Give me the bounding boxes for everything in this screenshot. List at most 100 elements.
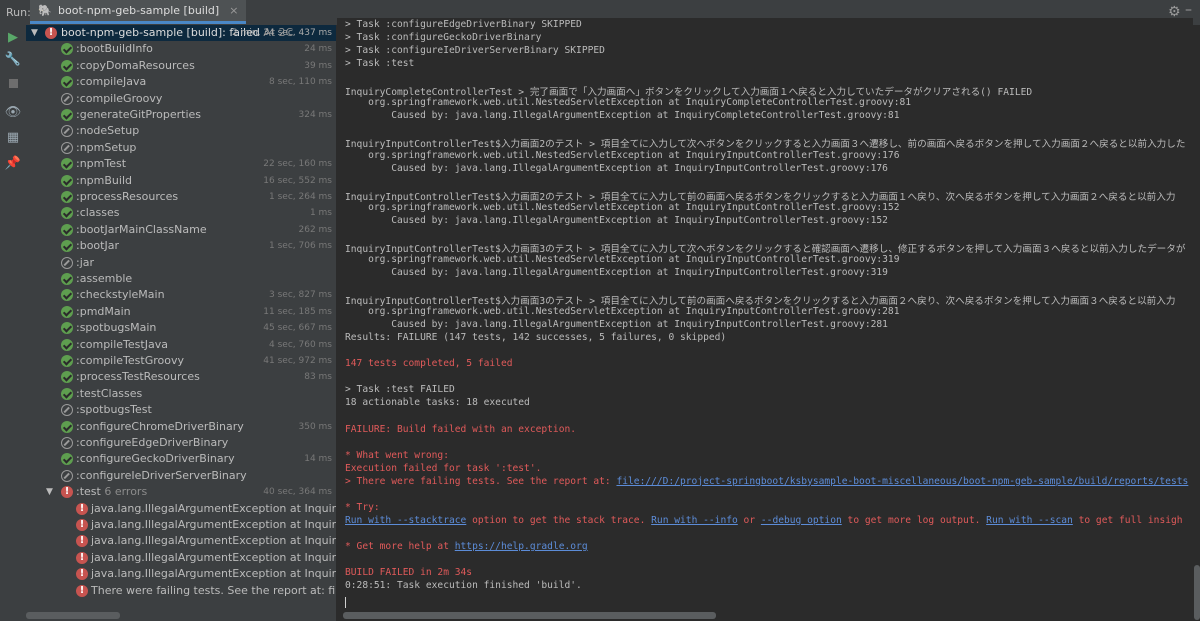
error-message: java.lang.IllegalArgumentException at In… [91,501,336,515]
task-row[interactable]: :compileJava 8 sec, 110 ms [26,74,336,90]
task-row[interactable]: :bootBuildInfo 24 ms [26,41,336,57]
task-row[interactable]: :compileTestGroovy 41 sec, 972 ms [26,353,336,369]
layout-icon[interactable]: ▦ [5,129,21,145]
task-row[interactable]: :pmdMain 11 sec, 185 ms [26,304,336,320]
console-line: org.springframework.web.util.NestedServl… [345,149,900,161]
minimize-icon[interactable]: – [1185,2,1192,18]
error-row[interactable]: There were failing tests. See the report… [26,583,336,599]
task-name: :processResources [76,190,179,203]
task-name: :pmdMain [76,304,131,318]
error-row[interactable]: java.lang.IllegalArgumentException at In… [26,517,336,533]
error-row[interactable]: java.lang.IllegalArgumentException at In… [26,550,336,566]
tab-build[interactable]: 🐘 boot-npm-geb-sample [build] × [30,0,247,24]
task-row[interactable]: :processTestResources 83 ms [26,369,336,385]
console-line: Caused by: java.lang.IllegalArgumentExce… [345,319,888,331]
task-row[interactable]: :spotbugsTest [26,402,336,418]
task-name: :spotbugsMain [76,321,157,335]
task-row[interactable]: :configureEdgeDriverBinary [26,435,336,451]
task-row[interactable]: :jar [26,255,336,271]
expand-arrow-icon[interactable]: ▼ [31,25,38,41]
task-row[interactable]: :assemble [26,271,336,287]
skipped-icon [61,125,73,138]
error-row[interactable]: java.lang.IllegalArgumentException at In… [26,501,336,517]
console-line: Caused by: java.lang.IllegalArgumentExce… [345,266,888,278]
console-link[interactable]: Run with --scan [986,515,1073,526]
task-row[interactable]: :compileGroovy [26,91,336,107]
task-row[interactable]: :checkstyleMain 3 sec, 827 ms [26,287,336,303]
close-icon[interactable]: × [229,4,238,17]
error-icon [76,517,88,533]
console-link[interactable]: https://help.gradle.org [455,541,588,552]
task-duration: 1 sec, 264 ms [269,192,332,202]
task-row[interactable]: :configureIeDriverServerBinary [26,468,336,484]
error-message: java.lang.IllegalArgumentException at In… [91,550,336,564]
console-line: InquiryInputControllerTest$入力画面3のテスト > 項… [345,296,1176,308]
error-icon [76,501,88,517]
console-line: > Task :configureGeckoDriverBinary [345,32,542,44]
task-row[interactable]: :npmSetup [26,140,336,156]
stop-icon[interactable] [5,75,21,91]
error-icon [76,550,88,566]
skipped-icon [61,256,73,269]
console-horizontal-scrollbar[interactable] [343,612,716,619]
task-row[interactable]: :spotbugsMain 45 sec, 667 ms [26,320,336,336]
task-row[interactable]: :bootJar 1 sec, 706 ms [26,238,336,254]
task-name: :compileTestGroovy [76,354,185,367]
console-link[interactable]: Run with --info [651,515,738,526]
pin-icon[interactable]: 📌 [5,155,21,171]
run-icon[interactable]: ▶ [5,29,21,45]
task-row[interactable]: :classes 1 ms [26,205,336,221]
build-tree: ▼boot-npm-geb-sample [build]: failed At … [26,25,336,621]
console-vertical-scroll-track[interactable] [1193,25,1200,621]
success-icon [61,305,73,318]
task-row[interactable]: :generateGitProperties 324 ms [26,107,336,123]
console-line: InquiryInputControllerTest$入力画面2のテスト > 項… [345,191,1176,203]
console-link[interactable]: --debug option [761,515,842,526]
console-line: Caused by: java.lang.IllegalArgumentExce… [345,110,900,122]
task-name: :assemble [76,272,133,285]
tree-horizontal-scrollbar[interactable] [26,612,120,619]
task-row[interactable]: :compileTestJava 4 sec, 760 ms [26,337,336,353]
console-line: > Task :configureEdgeDriverBinary SKIPPE… [345,19,582,30]
tree-row-root[interactable]: ▼boot-npm-geb-sample [build]: failed At … [26,25,336,41]
error-icon [76,566,88,582]
wrench-icon[interactable]: 🔧 [5,51,21,67]
success-icon [61,43,73,56]
expand-arrow-icon[interactable]: ▼ [46,484,53,500]
console-line: org.springframework.web.util.NestedServl… [345,201,900,213]
task-duration: 83 ms [304,372,332,383]
task-row[interactable]: :testClasses [26,386,336,402]
task-row[interactable]: :configureChromeDriverBinary 350 ms [26,419,336,435]
console-line: InquiryInputControllerTest$入力画面2のテスト > 項… [345,139,1186,151]
task-row[interactable]: :processResources 1 sec, 264 ms [26,189,336,205]
task-row[interactable]: :configureGeckoDriverBinary 14 ms [26,451,336,467]
task-row[interactable]: :npmBuild 16 sec, 552 ms [26,173,336,189]
task-duration: 1 ms [309,208,332,219]
task-row-test[interactable]: ▼:test 6 errors 40 sec, 364 ms [26,484,336,500]
gradle-icon: 🐘 [38,3,52,17]
console-link[interactable]: file:///D:/project-springboot/ksbysample… [616,476,1188,487]
task-row[interactable]: :npmTest 22 sec, 160 ms [26,156,336,172]
success-icon [61,371,73,384]
eye-icon[interactable]: 👁 [5,104,22,120]
console-line: org.springframework.web.util.NestedServl… [345,253,900,265]
error-message: There were failing tests. See the report… [91,583,336,597]
success-icon [61,109,73,121]
success-icon [61,420,73,433]
success-icon [61,191,73,203]
error-row[interactable]: java.lang.IllegalArgumentException at In… [26,566,336,582]
task-row[interactable]: :nodeSetup [26,123,336,139]
console-caret [345,597,346,608]
console-output[interactable]: > Task :configureEdgeDriverBinary SKIPPE… [337,18,1193,606]
error-row[interactable]: java.lang.IllegalArgumentException at In… [26,533,336,549]
task-name: :configureEdgeDriverBinary [76,436,229,449]
task-row[interactable]: :copyDomaResources 39 ms [26,58,336,74]
console-link[interactable]: Run with --stacktrace [345,515,466,526]
console-vertical-scrollbar[interactable] [1194,565,1200,620]
task-row[interactable]: :bootJarMainClassName 262 ms [26,222,336,238]
console-line: FAILURE: Build failed with an exception. [345,423,577,435]
task-name: :configureIeDriverServerBinary [76,468,247,482]
task-duration: 39 ms [304,60,332,71]
console-line: 18 actionable tasks: 18 executed [345,397,530,409]
success-icon [61,338,73,351]
